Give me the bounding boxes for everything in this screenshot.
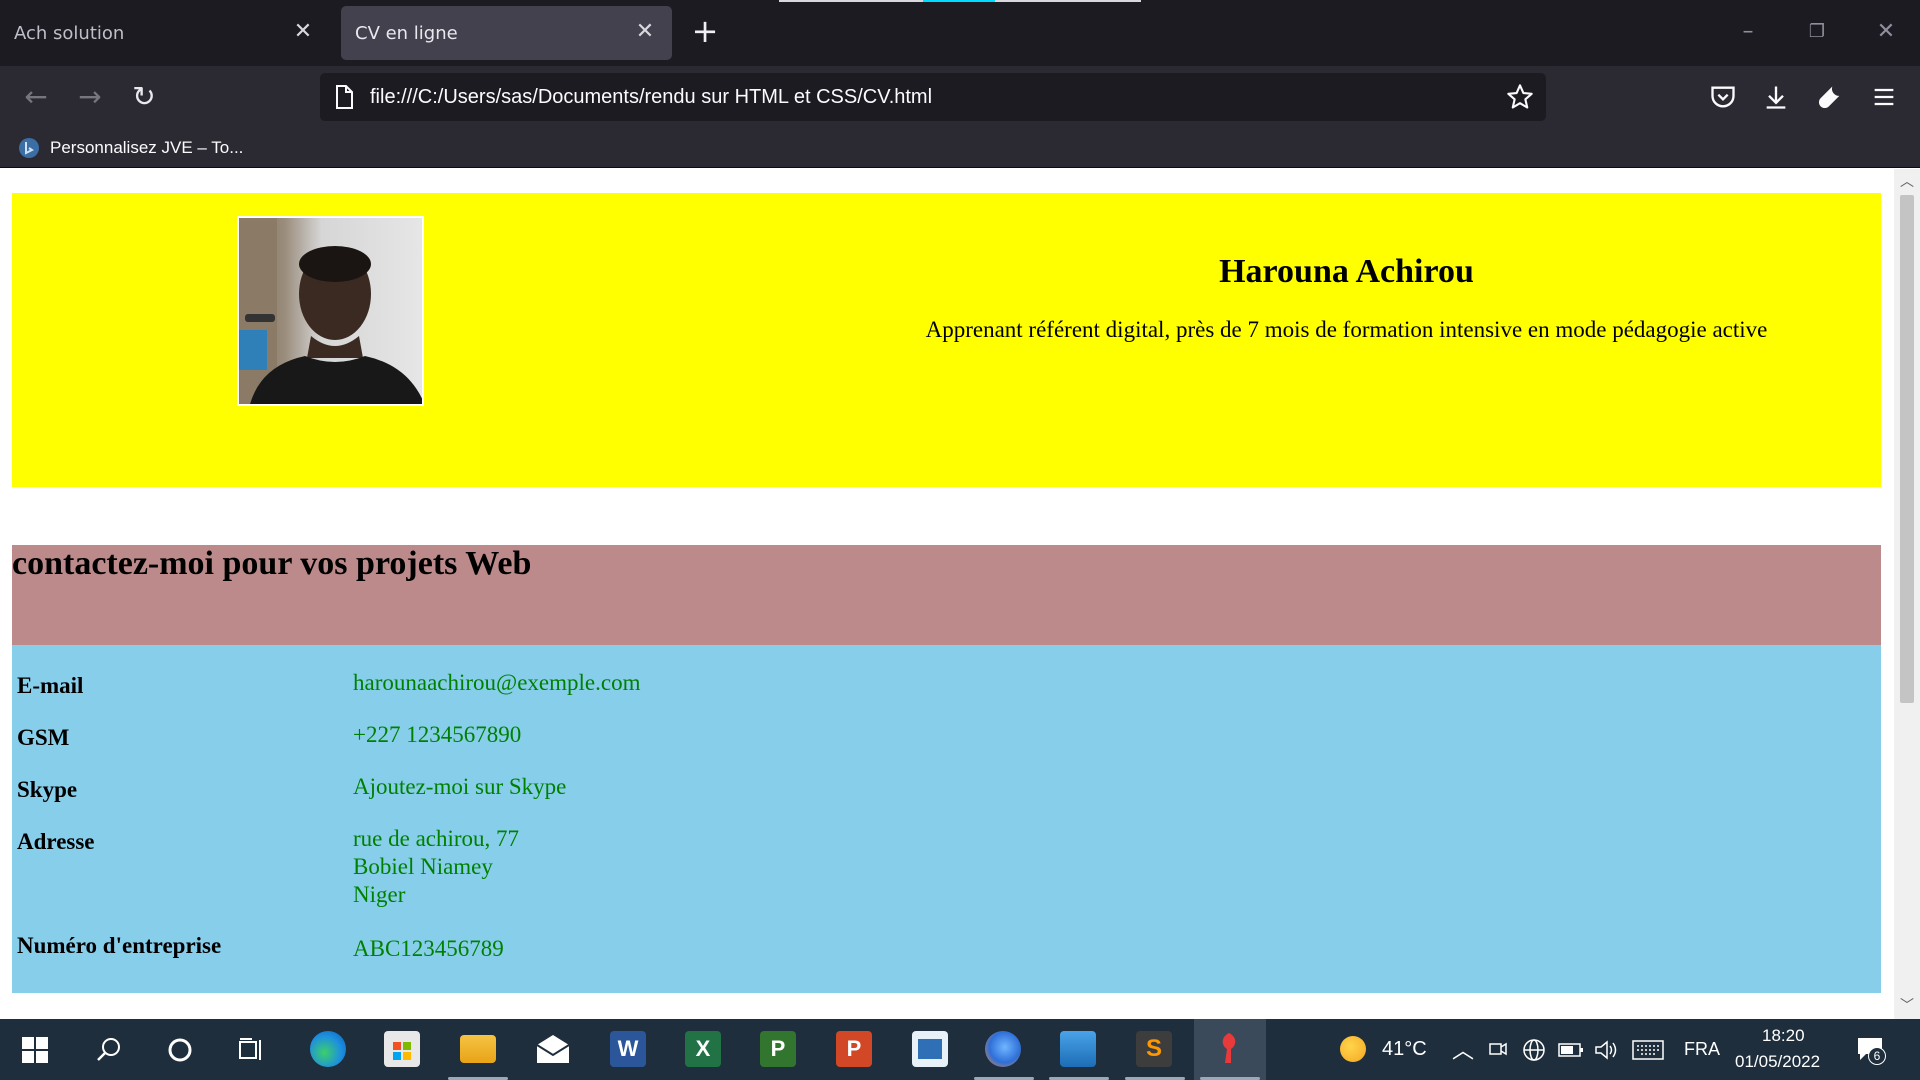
forward-icon[interactable]: → [72,79,108,115]
contact-value: Bobiel Niamey [353,854,493,879]
reload-icon[interactable]: ↻ [126,79,162,115]
menu-icon[interactable] [1870,83,1898,111]
restore-icon[interactable]: ❐ [1797,14,1837,50]
close-tab-icon[interactable]: ✕ [290,19,316,45]
bing-icon [19,138,39,158]
language-indicator[interactable]: FRA [1684,1039,1720,1060]
person-portrait-icon [239,218,422,404]
url-text[interactable]: file:///C:/Users/sas/Documents/rendu sur… [370,73,932,121]
new-tab-button[interactable]: + [688,15,722,49]
paint-icon[interactable] [1211,1031,1247,1067]
contact-value: harounaachirou@exemple.com [353,670,641,695]
bookmarks-bar: Personnalisez JVE – To... [0,128,1920,168]
store-icon[interactable] [384,1031,420,1067]
search-icon[interactable] [96,1037,122,1063]
scroll-thumb[interactable] [1900,195,1914,703]
battery-icon[interactable] [1558,1041,1584,1059]
url-bar[interactable]: file:///C:/Users/sas/Documents/rendu sur… [320,73,1546,121]
tab-cv-en-ligne[interactable]: CV en ligne ✕ [341,6,672,60]
explorer-icon[interactable] [460,1035,496,1063]
bookmark-label: Personnalisez JVE – To... [50,138,244,157]
network-globe-icon[interactable] [1522,1038,1546,1062]
minimize-icon[interactable]: – [1728,14,1768,50]
pocket-icon[interactable] [1709,83,1737,111]
contact-banner: contactez-moi pour vos projets Web [12,545,1881,645]
close-tab-icon[interactable]: ✕ [632,19,658,45]
temperature[interactable]: 41°C [1382,1038,1427,1061]
cv-name: Harouna Achirou [1219,253,1474,290]
powerpoint-icon[interactable]: P [836,1031,872,1067]
tab-progress-bar-active [923,0,995,2]
clock-time[interactable]: 18:20 [1762,1026,1805,1046]
contact-label: Numéro d'entreprise [17,933,222,958]
cv-subtitle: Apprenant référent digital, près de 7 mo… [925,317,1768,342]
taskbar: W X P P S 41°C ︿ FRA 18:20 01/05/2022 6 [0,1019,1920,1080]
sublime-icon[interactable]: S [1136,1031,1172,1067]
tray-overflow-icon[interactable]: ︿ [1452,1033,1474,1065]
close-window-icon[interactable]: ✕ [1866,14,1906,50]
meet-now-icon[interactable] [1488,1039,1508,1059]
tab-title: CV en ligne [355,22,458,44]
scroll-down-icon[interactable]: ﹀ [1894,995,1920,1017]
scroll-up-icon[interactable]: ︿ [1894,171,1920,193]
tab-title: Ach solution [14,22,125,44]
start-icon[interactable] [22,1037,48,1063]
photos-icon[interactable] [1060,1031,1096,1067]
contact-heading: contactez-moi pour vos projets Web [12,545,532,582]
contact-value: ABC123456789 [353,936,504,961]
tab-ach-solution[interactable]: Ach solution ✕ [0,6,330,60]
contact-label: Adresse [17,829,95,854]
contact-value: rue de achirou, 77 [353,826,520,851]
tab-progress-bar-tail [995,0,1141,2]
excel-icon[interactable]: X [685,1031,721,1067]
firefox-icon[interactable] [985,1031,1021,1067]
edge-icon[interactable] [310,1031,346,1067]
contact-table: E-mail harounaachirou@exemple.com GSM +2… [12,645,1881,993]
clock-date[interactable]: 01/05/2022 [1735,1052,1820,1072]
contact-label: E-mail [17,673,84,698]
cortana-icon[interactable] [167,1037,193,1063]
page-scrollbar[interactable]: ︿ ﹀ [1894,169,1920,1019]
project-icon[interactable]: P [760,1031,796,1067]
page-icon [336,85,353,109]
cv-header: Harouna Achirou Apprenant référent digit… [12,193,1881,487]
contact-value: Ajoutez-moi sur Skype [353,774,567,799]
contact-label: Skype [17,777,78,802]
profile-photo [237,216,424,406]
page-viewport: Harouna Achirou Apprenant référent digit… [0,169,1894,1019]
bookmark-item[interactable]: Personnalisez JVE – To... [18,134,243,162]
contact-value: +227 1234567890 [353,722,522,747]
volume-icon[interactable] [1594,1039,1618,1061]
download-icon[interactable] [1762,83,1790,111]
navigation-bar: ← → ↻ file:///C:/Users/sas/Documents/ren… [0,66,1920,128]
keyboard-icon[interactable] [1632,1040,1664,1060]
tab-progress-bar [779,0,923,2]
tools-wrench-icon[interactable] [1816,83,1844,111]
mail-icon[interactable] [535,1031,571,1067]
bookmark-star-icon[interactable] [1506,83,1534,111]
notification-count: 6 [1868,1047,1886,1065]
weather-icon[interactable] [1340,1036,1366,1062]
back-icon[interactable]: ← [18,79,54,115]
publisher-icon[interactable] [912,1031,948,1067]
task-view-icon[interactable] [238,1037,264,1063]
tab-bar: Ach solution ✕ CV en ligne ✕ + – ❐ ✕ [0,0,1920,66]
contact-value: Niger [353,882,406,907]
word-icon[interactable]: W [610,1031,646,1067]
contact-label: GSM [17,725,70,750]
